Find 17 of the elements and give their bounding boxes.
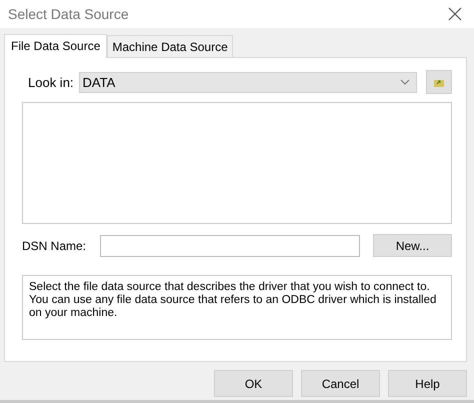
dsn-name-field[interactable]: [100, 234, 360, 256]
ok-button[interactable]: OK: [214, 370, 293, 397]
data-source-list[interactable]: [22, 102, 452, 224]
tab[interactable]: Machine Data Source: [107, 35, 233, 57]
look-in-label: Look in:: [28, 74, 74, 90]
description-text: Select the file data source that describes the driver that you wish to connect to. You can use any file data source that refers to an ODBC driver which is installed on your machine.: [29, 281, 436, 319]
up-folder-button[interactable]: [426, 70, 452, 94]
dsn-name-label: DSN Name:: [22, 238, 88, 252]
window-title: Select Data Source: [8, 6, 129, 22]
look-in-dropdown[interactable]: DATA: [78, 72, 417, 92]
tab[interactable]: File Data Source: [4, 34, 108, 58]
folder-icon: [434, 78, 444, 86]
cancel-button[interactable]: Cancel: [301, 370, 380, 397]
new-button[interactable]: New...: [373, 234, 452, 257]
close-icon[interactable]: [448, 7, 462, 21]
caret-icon: [400, 79, 410, 85]
help-button[interactable]: Help: [388, 370, 467, 397]
